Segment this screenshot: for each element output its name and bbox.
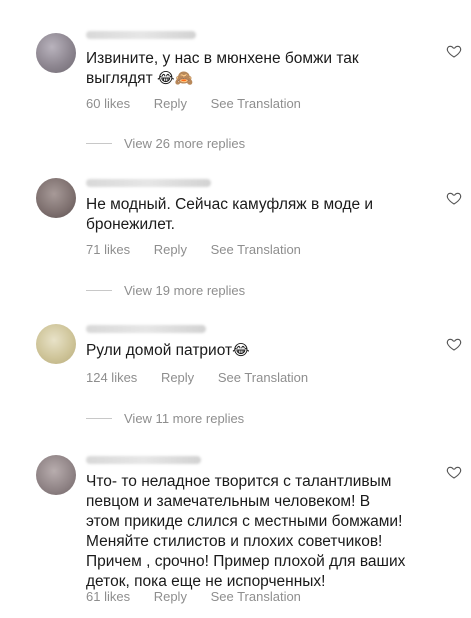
comment-text: Извините, у нас в мюнхене бомжи так выгл… xyxy=(86,49,386,89)
avatar[interactable] xyxy=(36,455,76,495)
comment-text-body: Что- то неладное творится с талантливым … xyxy=(86,473,406,590)
see-translation-button[interactable]: See Translation xyxy=(211,589,301,604)
likes-count[interactable]: 60 likes xyxy=(86,96,130,111)
avatar[interactable] xyxy=(36,178,76,218)
likes-count[interactable]: 61 likes xyxy=(86,589,130,604)
avatar[interactable] xyxy=(36,324,76,364)
comment-text-body: Рули домой патриот xyxy=(86,342,233,359)
divider xyxy=(86,143,112,144)
emoji: 😂 xyxy=(232,342,250,359)
likes-count[interactable]: 124 likes xyxy=(86,370,137,385)
divider xyxy=(86,418,112,419)
username-blurred[interactable] xyxy=(86,325,206,333)
view-replies-label[interactable]: View 26 more replies xyxy=(124,136,245,151)
heart-outline-icon[interactable] xyxy=(446,43,462,59)
view-replies-label[interactable]: View 11 more replies xyxy=(124,411,244,426)
see-translation-button[interactable]: See Translation xyxy=(218,370,308,385)
username-blurred[interactable] xyxy=(86,456,201,464)
reply-button[interactable]: Reply xyxy=(161,370,194,385)
reply-button[interactable]: Reply xyxy=(154,242,187,257)
divider xyxy=(86,290,112,291)
username-blurred[interactable] xyxy=(86,179,211,187)
see-translation-button[interactable]: See Translation xyxy=(211,242,301,257)
view-replies[interactable]: View 19 more replies xyxy=(86,283,245,298)
username-blurred[interactable] xyxy=(86,31,196,39)
comment-meta: 60 likes Reply See Translation xyxy=(86,96,321,111)
heart-outline-icon[interactable] xyxy=(446,336,462,352)
avatar[interactable] xyxy=(36,33,76,73)
comment-meta: 124 likes Reply See Translation xyxy=(86,370,328,385)
view-replies[interactable]: View 11 more replies xyxy=(86,411,244,426)
comment-text-body: Не модный. Сейчас камуфляж в моде и брон… xyxy=(86,196,374,233)
heart-outline-icon[interactable] xyxy=(446,190,462,206)
comment-text: Рули домой патриот😂 xyxy=(86,341,406,361)
comment-text: Не модный. Сейчас камуфляж в моде и брон… xyxy=(86,195,386,235)
reply-button[interactable]: Reply xyxy=(154,96,187,111)
comment-meta: 71 likes Reply See Translation xyxy=(86,242,321,257)
emoji: 😂🙈 xyxy=(156,70,194,87)
see-translation-button[interactable]: See Translation xyxy=(211,96,301,111)
view-replies-label[interactable]: View 19 more replies xyxy=(124,283,245,298)
comment-meta: 61 likes Reply See Translation xyxy=(86,589,321,604)
reply-button[interactable]: Reply xyxy=(154,589,187,604)
comment-text-body: Извините, у нас в мюнхене бомжи так выгл… xyxy=(86,50,359,87)
view-replies[interactable]: View 26 more replies xyxy=(86,136,245,151)
likes-count[interactable]: 71 likes xyxy=(86,242,130,257)
heart-outline-icon[interactable] xyxy=(446,464,462,480)
comment-text: Что- то неладное творится с талантливым … xyxy=(86,472,406,592)
